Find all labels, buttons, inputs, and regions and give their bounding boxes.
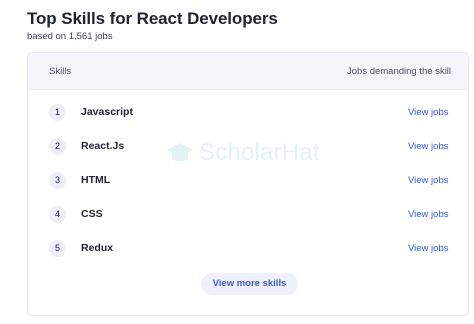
table-header: Skills Jobs demanding the skill [28, 53, 468, 90]
skill-name: Redux [81, 242, 114, 254]
table-row: 1 Javascript View jobs [28, 96, 468, 130]
skills-table-card: Skills Jobs demanding the skill 1 Javasc… [27, 52, 469, 316]
table-row: 4 CSS View jobs [28, 198, 468, 232]
rank-badge: 1 [49, 104, 66, 121]
column-header-skills: Skills [49, 66, 72, 77]
skills-list: 1 Javascript View jobs 2 React.Js View j… [28, 89, 468, 266]
column-header-jobs: Jobs demanding the skill [347, 66, 452, 77]
rank-badge: 5 [49, 240, 66, 257]
page-subtitle: based on 1,561 jobs [27, 31, 113, 42]
table-row: 3 HTML View jobs [28, 164, 468, 198]
skill-name: CSS [81, 208, 103, 220]
table-row: 2 React.Js View jobs [28, 130, 468, 164]
view-jobs-link[interactable]: View jobs [408, 209, 449, 220]
skill-name: Javascript [81, 106, 133, 118]
view-jobs-link[interactable]: View jobs [408, 141, 449, 152]
skill-name: React.Js [81, 140, 125, 152]
view-jobs-link[interactable]: View jobs [408, 175, 449, 186]
view-jobs-link[interactable]: View jobs [408, 107, 449, 118]
view-more-skills-button[interactable]: View more skills [201, 273, 298, 295]
table-row: 5 Redux View jobs [28, 232, 468, 266]
skill-name: HTML [81, 174, 111, 186]
page-title: Top Skills for React Developers [27, 9, 278, 28]
rank-badge: 4 [49, 206, 66, 223]
rank-badge: 3 [49, 172, 66, 189]
view-jobs-link[interactable]: View jobs [408, 243, 449, 254]
rank-badge: 2 [49, 138, 66, 155]
